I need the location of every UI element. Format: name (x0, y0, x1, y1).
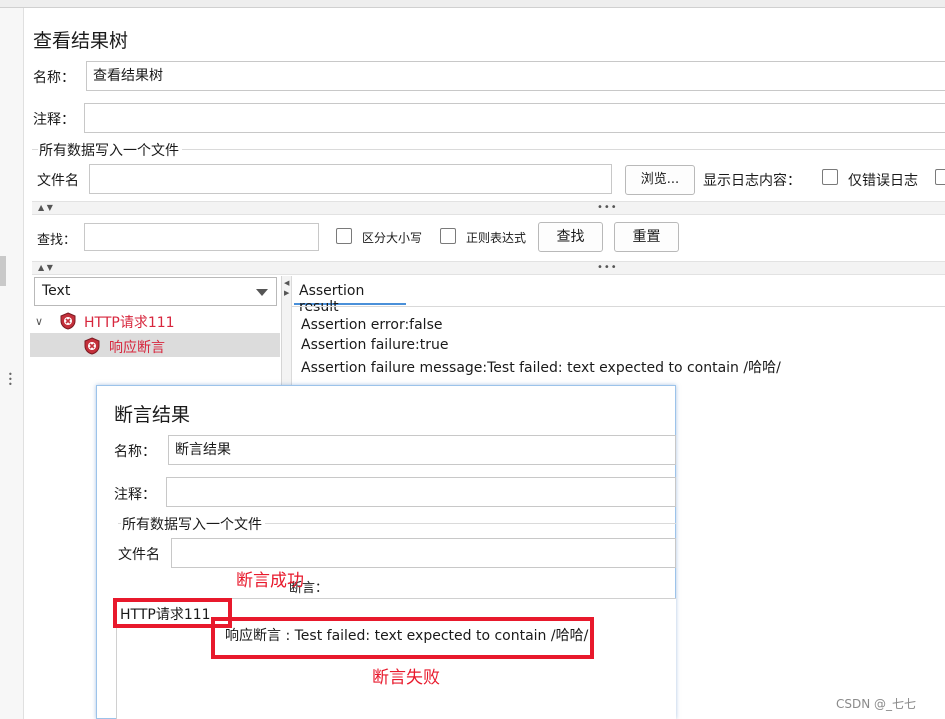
browse-button[interactable]: 浏览... (625, 165, 695, 195)
split-divider-top[interactable]: ▲ ▼ ••• (32, 201, 945, 215)
success-only-checkbox[interactable] (935, 169, 945, 185)
result-line-failure: Assertion failure:true (301, 337, 449, 353)
filename-input[interactable] (89, 164, 612, 194)
top-toolbar-strip (0, 0, 945, 8)
annotation-success-label: 断言成功 (236, 571, 304, 591)
renderer-select-value: Text (42, 283, 71, 299)
tree-item-child[interactable]: 响应断言 (109, 337, 165, 357)
search-input[interactable] (84, 223, 319, 251)
splitter-arrows-icon[interactable]: ◀ ▶ (284, 278, 289, 298)
case-sensitive-checkbox[interactable] (336, 228, 352, 244)
shield-error-icon (84, 337, 100, 355)
errors-only-checkbox[interactable] (822, 169, 838, 185)
overlay-name-input[interactable]: 断言结果 (168, 435, 676, 465)
regex-checkbox[interactable] (440, 228, 456, 244)
page-title: 查看结果树 (33, 30, 129, 52)
tree-expand-icon[interactable]: ∨ (35, 315, 43, 328)
result-line-message: Assertion failure message:Test failed: t… (301, 360, 781, 376)
search-label: 查找： (37, 233, 77, 248)
find-button[interactable]: 查找 (538, 222, 603, 252)
comment-label: 注释： (33, 112, 75, 128)
overlay-name-label: 名称： (114, 444, 156, 460)
comment-input[interactable] (84, 103, 945, 133)
result-tab-label: Assertion result (299, 283, 365, 315)
overlay-file-section-title: 所有数据写入一个文件 (121, 514, 265, 534)
gutter-mark (0, 256, 6, 286)
result-tab[interactable]: Assertion result (294, 277, 406, 315)
annotation-failure-label: 断言失败 (372, 668, 440, 688)
watermark: CSDN @_七七 (836, 697, 917, 711)
overlay-filename-input[interactable] (171, 538, 676, 568)
chevron-down-icon (256, 289, 268, 296)
name-input[interactable]: 查看结果树 (86, 61, 945, 91)
result-line-error: Assertion error:false (301, 317, 443, 333)
name-label: 名称： (33, 70, 75, 86)
annotation-box-failure (211, 617, 594, 659)
overlay-comment-input[interactable] (166, 477, 676, 507)
overlay-comment-label: 注释： (114, 487, 156, 503)
errors-only-label: 仅错误日志 (848, 173, 918, 189)
gutter-handle[interactable]: • • • (8, 371, 13, 389)
renderer-select[interactable]: Text (34, 277, 277, 306)
filename-label: 文件名 (37, 173, 79, 189)
regex-label: 正则表达式 (466, 231, 527, 245)
result-tab-line (292, 306, 945, 307)
case-sensitive-label: 区分大小写 (362, 231, 423, 245)
left-gutter (0, 8, 24, 719)
file-section-title: 所有数据写入一个文件 (38, 140, 182, 160)
log-content-label: 显示日志内容： (703, 173, 801, 189)
drag-dots-icon: ••• (597, 262, 618, 273)
tree-item-parent[interactable]: HTTP请求111 (84, 312, 175, 332)
shield-error-icon (60, 312, 76, 330)
collapse-arrows-icon[interactable]: ▲ ▼ (38, 203, 53, 212)
split-divider-bottom[interactable]: ▲ ▼ ••• (32, 261, 945, 275)
overlay-title: 断言结果 (114, 404, 191, 426)
overlay-filename-label: 文件名 (118, 547, 160, 563)
drag-dots-icon: ••• (597, 202, 618, 213)
collapse-arrows-icon[interactable]: ▲ ▼ (38, 263, 53, 272)
reset-button[interactable]: 重置 (614, 222, 679, 252)
